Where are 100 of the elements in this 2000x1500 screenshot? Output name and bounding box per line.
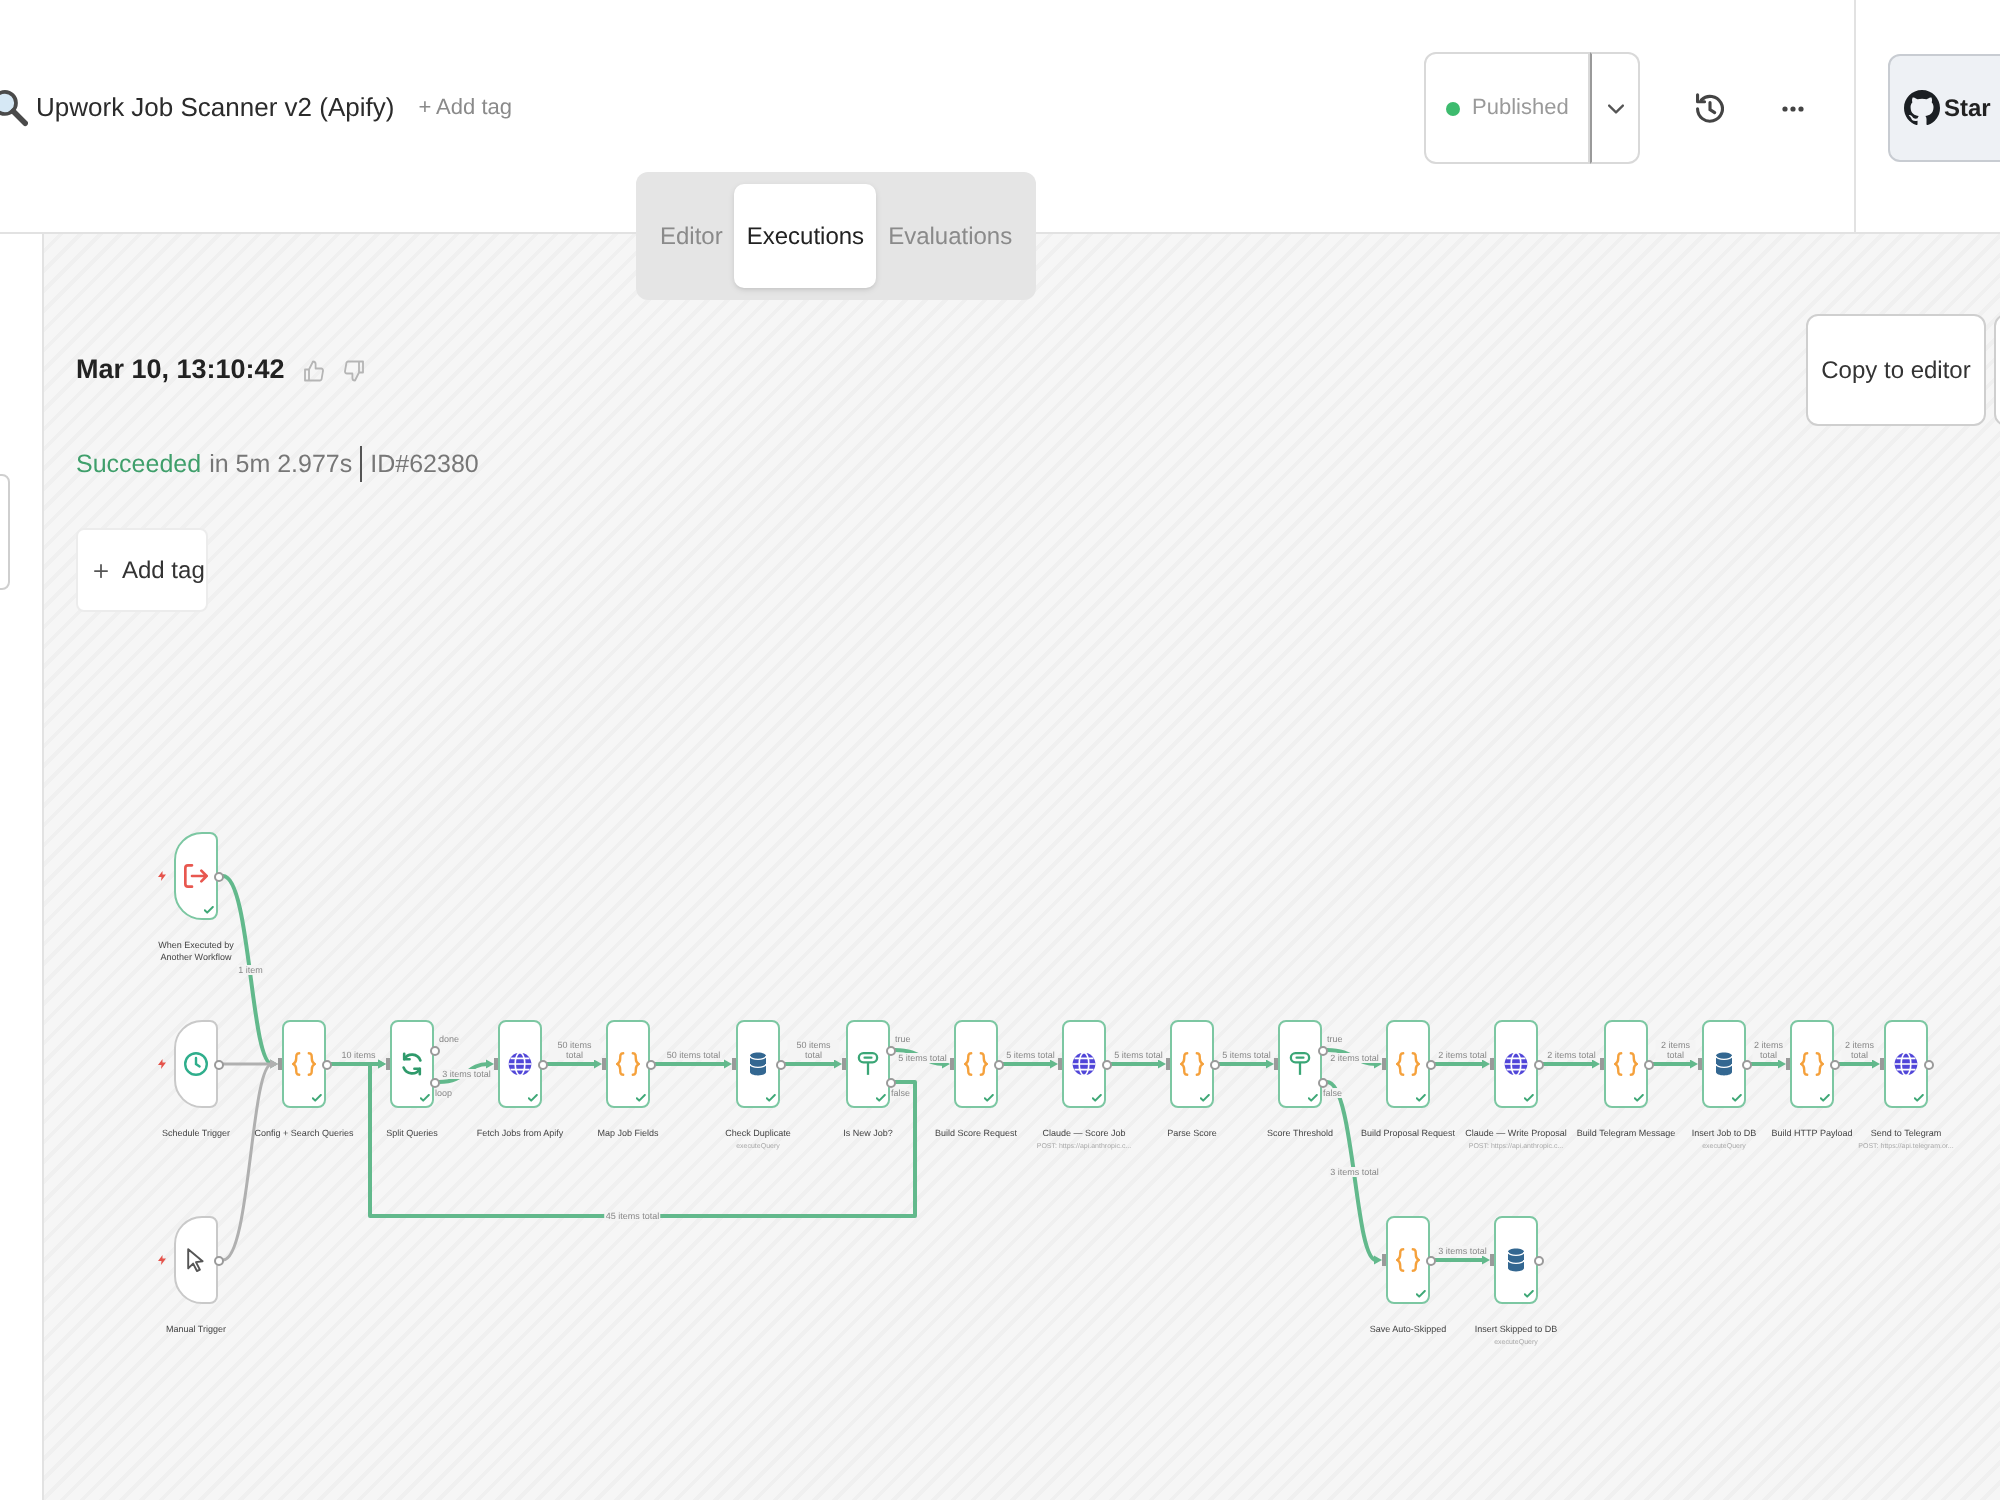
check-icon	[1199, 1094, 1209, 1102]
output-handle[interactable]	[645, 1059, 655, 1069]
execution-timestamp: Mar 10, 13:10:42	[76, 351, 285, 388]
input-handle[interactable]	[1382, 1254, 1386, 1266]
database-icon	[746, 1052, 770, 1076]
input-handle[interactable]	[732, 1058, 736, 1070]
check-icon	[875, 1094, 885, 1102]
check-icon	[1819, 1094, 1829, 1102]
output-handle[interactable]	[885, 1077, 895, 1087]
workflow-node[interactable]	[954, 1020, 998, 1108]
more-icon	[1782, 105, 1804, 111]
output-handle[interactable]	[213, 871, 223, 881]
workflow-node[interactable]	[1386, 1216, 1430, 1304]
thumbs-up-icon	[304, 359, 325, 381]
output-handle[interactable]	[1923, 1059, 1933, 1069]
workflow-node[interactable]	[1884, 1020, 1928, 1108]
workflow-node[interactable]	[174, 1216, 218, 1304]
output-handle[interactable]	[775, 1059, 785, 1069]
workflow-node[interactable]	[1386, 1020, 1430, 1108]
more-button[interactable]	[1782, 105, 1804, 111]
search-icon	[0, 88, 28, 128]
output-handle[interactable]	[1741, 1059, 1751, 1069]
output-handle[interactable]	[1533, 1059, 1543, 1069]
output-handle[interactable]	[1533, 1255, 1543, 1265]
output-handle[interactable]	[1317, 1077, 1327, 1087]
plus-icon	[94, 563, 108, 577]
output-handle[interactable]	[1209, 1059, 1219, 1069]
output-handle[interactable]	[429, 1077, 439, 1087]
output-handle[interactable]	[213, 1255, 223, 1265]
globe-icon	[1894, 1052, 1918, 1076]
output-handle[interactable]	[993, 1059, 1003, 1069]
output-handle[interactable]	[1101, 1059, 1111, 1069]
braces-icon	[1396, 1052, 1420, 1076]
output-handle[interactable]	[885, 1045, 895, 1055]
input-handle[interactable]	[1880, 1058, 1884, 1070]
output-handle[interactable]	[1425, 1255, 1435, 1265]
input-handle[interactable]	[1274, 1058, 1278, 1070]
check-icon	[1523, 1290, 1533, 1298]
workflow-node[interactable]	[1790, 1020, 1834, 1108]
workflow-node[interactable]	[1278, 1020, 1322, 1108]
input-handle[interactable]	[494, 1058, 498, 1070]
bolt-icon	[158, 1254, 166, 1266]
input-handle[interactable]	[602, 1058, 606, 1070]
workflow-node[interactable]	[606, 1020, 650, 1108]
input-handle[interactable]	[278, 1058, 282, 1070]
input-handle[interactable]	[1490, 1058, 1494, 1070]
output-handle[interactable]	[429, 1045, 439, 1055]
workflow-node[interactable]	[1170, 1020, 1214, 1108]
workflow-node[interactable]	[1062, 1020, 1106, 1108]
check-icon	[203, 906, 213, 914]
output-handle[interactable]	[1317, 1045, 1327, 1055]
workflow-node[interactable]	[1604, 1020, 1648, 1108]
globe-icon	[508, 1052, 532, 1076]
github-logo-icon	[1904, 90, 1940, 126]
star-button[interactable]: Star	[1888, 54, 2000, 162]
tab[interactable]: Executions	[734, 184, 877, 288]
dropdown-button[interactable]	[1590, 52, 1640, 164]
input-handle[interactable]	[1490, 1254, 1494, 1266]
input-handle[interactable]	[950, 1058, 954, 1070]
workflow-node[interactable]	[174, 832, 218, 920]
check-icon	[765, 1094, 775, 1102]
workflow-node[interactable]	[846, 1020, 890, 1108]
check-icon	[635, 1094, 645, 1102]
check-icon	[1731, 1094, 1741, 1102]
output-handle[interactable]	[321, 1059, 331, 1069]
input-handle[interactable]	[842, 1058, 846, 1070]
input-handle[interactable]	[1698, 1058, 1702, 1070]
workflow-node[interactable]	[736, 1020, 780, 1108]
output-handle[interactable]	[1425, 1059, 1435, 1069]
output-handle[interactable]	[1829, 1059, 1839, 1069]
workflow-node[interactable]	[282, 1020, 326, 1108]
thumbs-up-button[interactable]	[304, 359, 325, 381]
check-icon	[1913, 1094, 1923, 1102]
input-handle[interactable]	[1166, 1058, 1170, 1070]
workflow-node[interactable]	[1702, 1020, 1746, 1108]
copy-to-editor-button[interactable]: Copy to editor	[1806, 314, 1986, 426]
thumbs-down-button[interactable]	[344, 359, 365, 381]
input-handle[interactable]	[1058, 1058, 1062, 1070]
workflow-node[interactable]	[498, 1020, 542, 1108]
history-button[interactable]	[1696, 92, 1724, 124]
output-handle[interactable]	[1643, 1059, 1653, 1069]
check-icon	[1415, 1094, 1425, 1102]
output-handle[interactable]	[213, 1059, 223, 1069]
check-icon	[527, 1094, 537, 1102]
input-handle[interactable]	[1382, 1058, 1386, 1070]
execution-id: ID#62380	[370, 447, 479, 482]
workflow-node[interactable]	[1494, 1020, 1538, 1108]
check-icon	[311, 1094, 321, 1102]
workflow-node[interactable]	[174, 1020, 218, 1108]
input-handle[interactable]	[1600, 1058, 1604, 1070]
cursor-icon	[184, 1248, 208, 1272]
workflow-node[interactable]	[390, 1020, 434, 1108]
input-handle[interactable]	[386, 1058, 390, 1070]
input-handle[interactable]	[1786, 1058, 1790, 1070]
braces-icon	[1396, 1248, 1420, 1272]
output-handle[interactable]	[537, 1059, 547, 1069]
check-icon	[1633, 1094, 1643, 1102]
add-tag-button[interactable]: Add tag	[76, 528, 208, 612]
workflow-node[interactable]	[1494, 1216, 1538, 1304]
braces-icon	[1180, 1052, 1204, 1076]
